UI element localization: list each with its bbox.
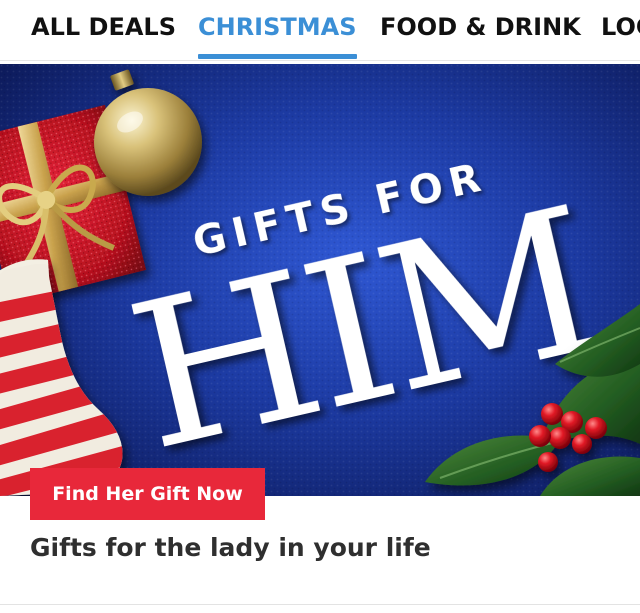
- hero-banner[interactable]: GIFTS FOR HIM: [0, 64, 640, 496]
- category-nav: ALL DEALS CHRISTMAS FOOD & DRINK LOC: [0, 0, 640, 61]
- tab-all-deals-label: ALL DEALS: [31, 13, 176, 41]
- tab-christmas-label: CHRISTMAS: [198, 13, 357, 41]
- tab-all-deals[interactable]: ALL DEALS: [31, 13, 176, 59]
- divider: [0, 604, 640, 605]
- find-her-gift-button[interactable]: Find Her Gift Now: [30, 468, 265, 520]
- tab-food-drink[interactable]: FOOD & DRINK: [380, 13, 581, 59]
- tab-food-drink-label: FOOD & DRINK: [380, 13, 581, 41]
- tab-local[interactable]: LOC: [601, 13, 640, 59]
- tab-christmas[interactable]: CHRISTMAS: [198, 13, 357, 59]
- tab-local-label: LOC: [601, 13, 640, 41]
- promo-subtitle: Gifts for the lady in your life: [30, 533, 431, 562]
- active-tab-indicator: [198, 54, 357, 59]
